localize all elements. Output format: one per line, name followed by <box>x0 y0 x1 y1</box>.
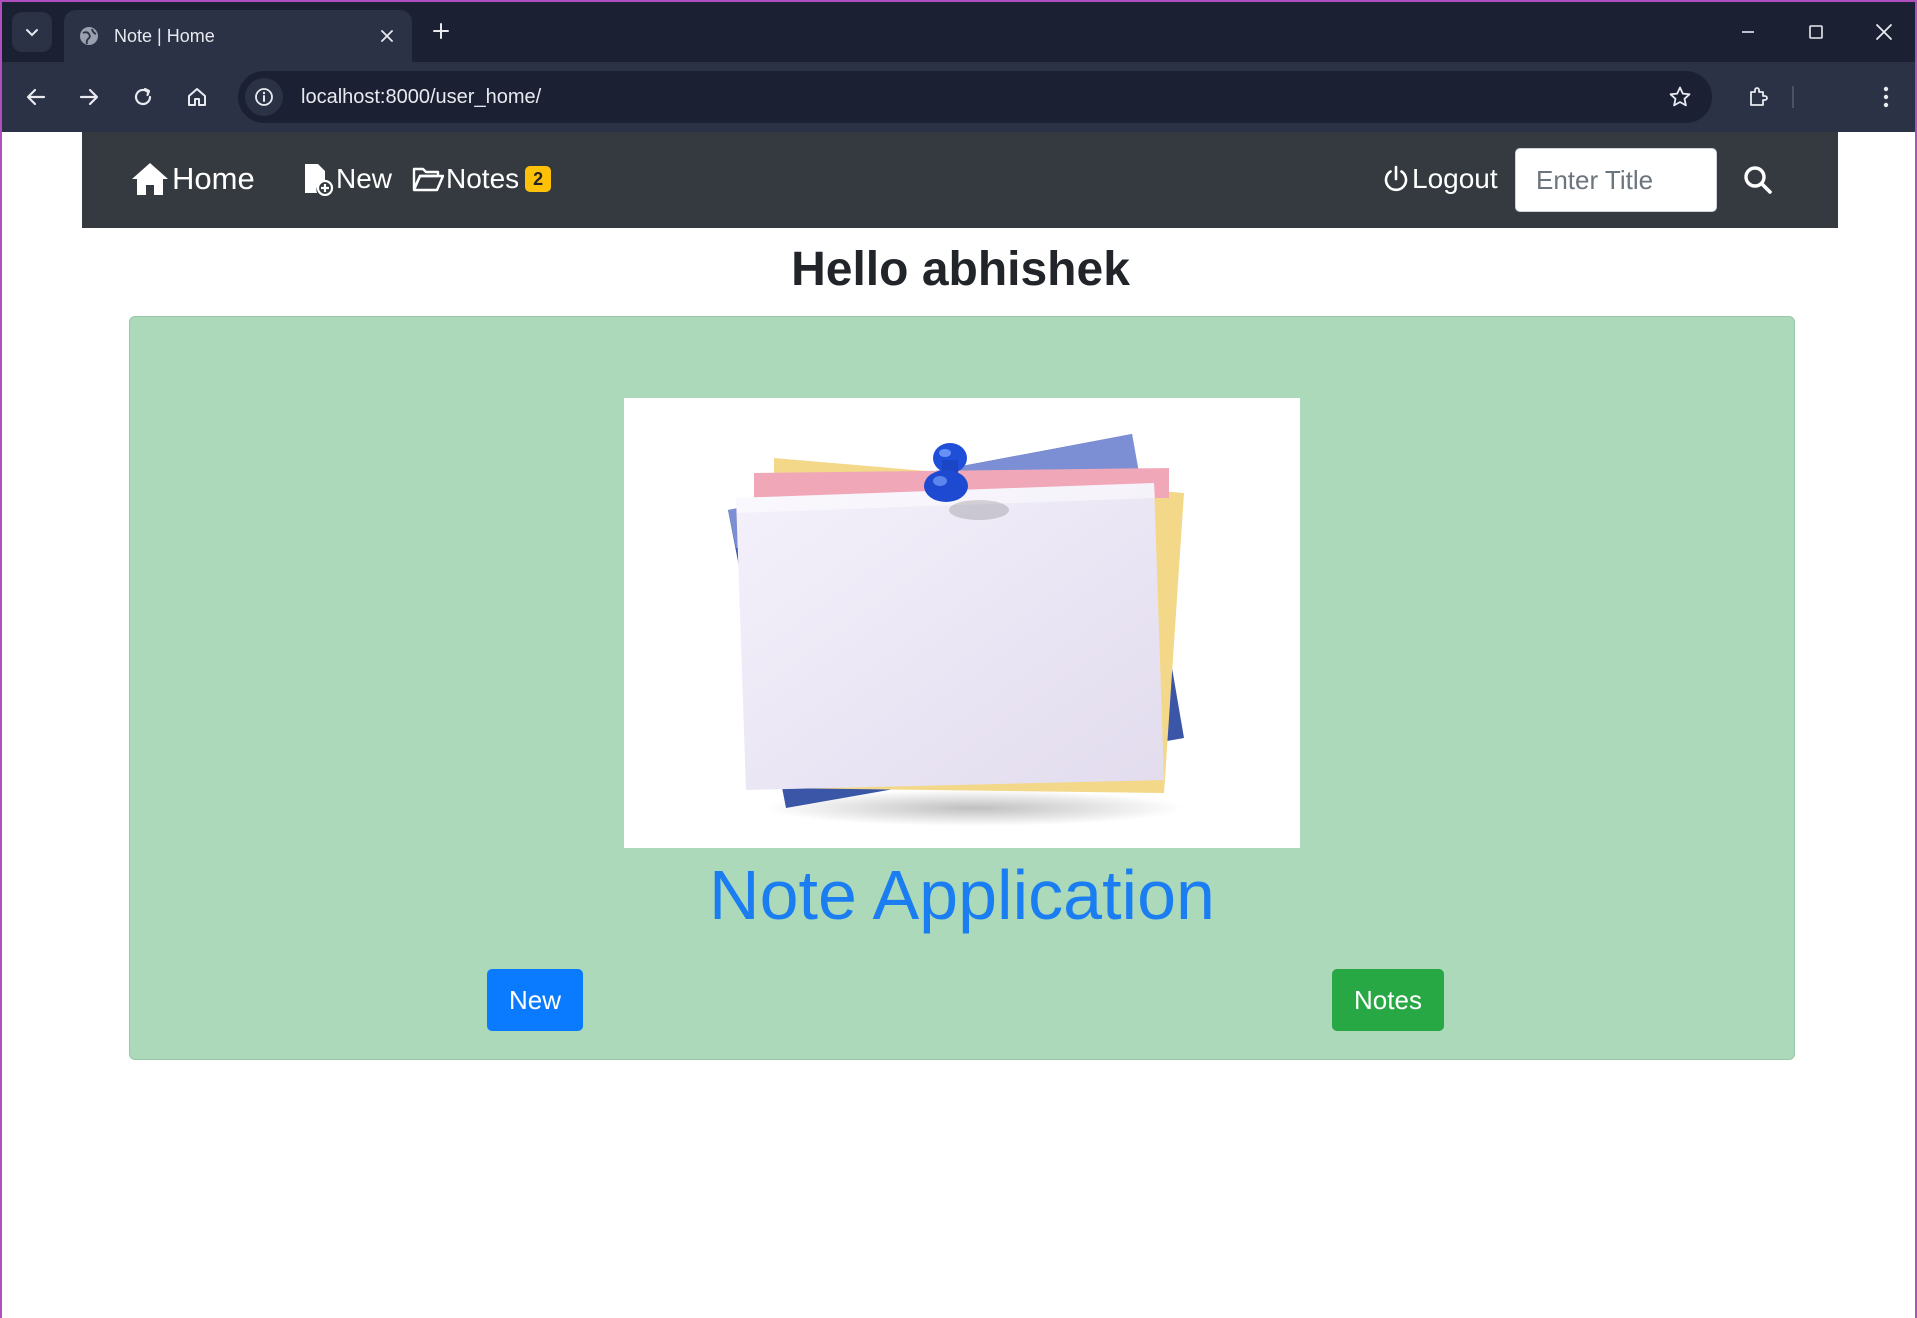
search-icon <box>1744 166 1772 194</box>
globe-icon <box>80 27 98 45</box>
home-icon <box>188 88 206 106</box>
app-title: Note Application <box>709 856 1215 934</box>
site-navbar: Home New Notes 2 Logout <box>82 132 1838 228</box>
tab-close-button[interactable] <box>374 23 400 49</box>
nav-notes-link[interactable]: Notes 2 <box>412 156 552 202</box>
site-info-button[interactable] <box>245 78 283 116</box>
reload-icon <box>134 87 152 106</box>
tab-title: Note | Home <box>114 25 215 46</box>
tab-search-button[interactable] <box>12 12 52 52</box>
url-text: localhost:8000/user_home/ <box>301 85 542 108</box>
close-icon <box>1876 24 1892 40</box>
window-close-button[interactable] <box>1862 12 1906 52</box>
search-button[interactable] <box>1736 158 1780 202</box>
page-viewport: Home New Notes 2 Logout Enter Title Hell… <box>2 132 1915 1318</box>
browser-tab-active[interactable]: Note | Home <box>64 10 412 62</box>
view-notes-button[interactable]: Notes <box>1332 969 1444 1031</box>
plus-icon <box>433 23 449 39</box>
browser-toolbar: localhost:8000/user_home/ <box>2 62 1915 132</box>
home-button[interactable] <box>177 77 217 117</box>
info-icon <box>255 88 273 106</box>
nav-logout-link[interactable]: Logout <box>1382 156 1498 202</box>
nav-home-label: Home <box>172 161 255 196</box>
extensions-button[interactable] <box>1738 77 1778 117</box>
toolbar-divider <box>1792 86 1794 108</box>
arrow-left-icon <box>26 88 46 106</box>
forward-button[interactable] <box>69 77 109 117</box>
greeting-heading: Hello abhishek <box>2 242 1917 297</box>
power-icon <box>1384 165 1408 192</box>
address-bar[interactable]: localhost:8000/user_home/ <box>238 71 1712 123</box>
minimize-button[interactable] <box>1726 12 1770 52</box>
sticky-notes-illustration <box>728 434 1184 826</box>
nav-new-label: New <box>336 163 393 194</box>
browser-menu-button[interactable] <box>1866 77 1906 117</box>
sticky-notes-image <box>624 398 1300 848</box>
bookmark-button[interactable] <box>1666 83 1694 111</box>
jumbotron: Note Application New Notes <box>129 316 1795 1060</box>
nav-home-link[interactable]: Home <box>130 156 255 202</box>
minimize-icon <box>1742 31 1754 33</box>
chevron-down-icon <box>26 29 38 37</box>
notes-count-badge: 2 <box>525 166 552 192</box>
nav-notes-label: Notes <box>446 163 520 194</box>
maximize-icon <box>1809 25 1823 39</box>
browser-tab-bar: Note | Home <box>2 2 1915 62</box>
search-title-input[interactable] <box>1515 148 1717 212</box>
reload-button[interactable] <box>123 77 163 117</box>
back-button[interactable] <box>16 77 56 117</box>
nav-logout-label: Logout <box>1412 163 1498 194</box>
arrow-right-icon <box>79 88 99 106</box>
file-add-icon <box>305 164 334 196</box>
greeting-username: abhishek <box>921 243 1130 296</box>
star-icon <box>1669 86 1691 107</box>
home-icon <box>132 163 168 195</box>
more-vertical-icon <box>1883 86 1889 108</box>
folder-open-icon <box>412 167 444 192</box>
new-tab-button[interactable] <box>426 16 456 46</box>
close-icon <box>381 30 393 42</box>
maximize-button[interactable] <box>1794 12 1838 52</box>
puzzle-icon <box>1750 87 1768 106</box>
new-note-button[interactable]: New <box>487 969 583 1031</box>
nav-new-link[interactable]: New <box>300 156 392 202</box>
greeting-prefix: Hello <box>791 243 909 296</box>
